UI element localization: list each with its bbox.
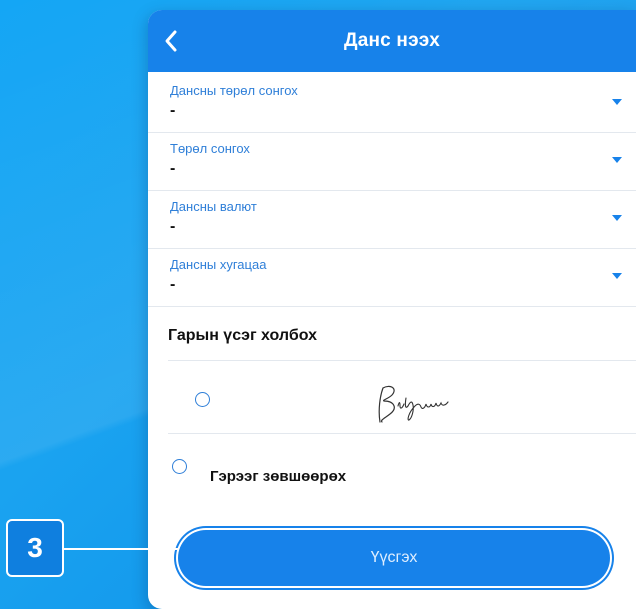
dropdown-caret-icon <box>612 157 622 163</box>
account-type-label: Дансны төрөл сонгох <box>170 83 298 98</box>
phone-screen: Данс нээх Дансны төрөл сонгох - Төрөл со… <box>148 10 636 609</box>
step-badge: 3 <box>6 519 64 577</box>
currency-label: Дансны валют <box>170 199 257 214</box>
type-value: - <box>170 160 176 177</box>
term-label: Дансны хугацаа <box>170 257 267 272</box>
divider <box>168 433 636 434</box>
type-select[interactable]: Төрөл сонгох - <box>148 132 636 191</box>
callout-line <box>64 548 178 550</box>
signature-section-title: Гарын үсэг холбох <box>168 327 318 344</box>
signature-icon <box>378 385 449 423</box>
currency-select[interactable]: Дансны валют - <box>148 190 636 249</box>
page-title: Данс нээх <box>343 30 440 51</box>
divider <box>168 360 636 361</box>
dropdown-caret-icon <box>612 99 622 105</box>
app-header: Данс нээх <box>148 10 636 72</box>
term-value: - <box>170 276 176 293</box>
dropdown-caret-icon <box>612 215 622 221</box>
account-type-value: - <box>170 102 176 119</box>
dropdown-caret-icon <box>612 273 622 279</box>
term-select[interactable]: Дансны хугацаа - <box>148 248 636 307</box>
create-button[interactable]: Үүсгэх <box>178 530 610 586</box>
account-type-select[interactable]: Дансны төрөл сонгох - <box>148 74 636 133</box>
agreement-label: Гэрээг зөвшөөрөх <box>210 468 347 485</box>
signature-radio[interactable] <box>195 392 210 407</box>
agreement-radio[interactable] <box>172 459 187 474</box>
type-label: Төрөл сонгох <box>170 141 250 156</box>
currency-value: - <box>170 218 176 235</box>
